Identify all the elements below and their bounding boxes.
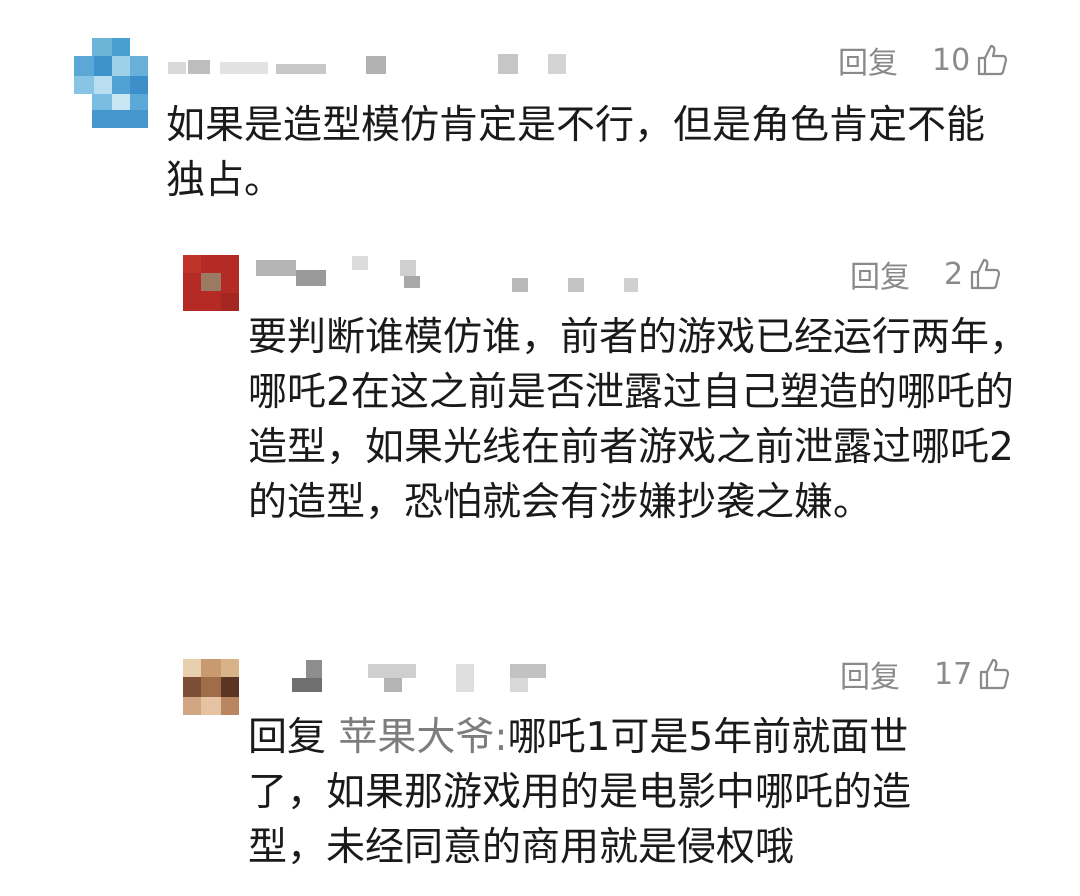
- comment-text: 回复 苹果大爷:哪吒1可是5年前就面世了，如果那游戏用的是电影中哪吒的造型，未经…: [248, 710, 958, 875]
- thumbs-up-icon[interactable]: [969, 257, 1001, 291]
- thumbs-up-icon[interactable]: [978, 657, 1010, 691]
- comment-actions: 回复 10: [838, 38, 1008, 82]
- like-count: 2: [944, 256, 964, 292]
- avatar[interactable]: [74, 38, 148, 128]
- reply-button[interactable]: 回复: [838, 38, 898, 82]
- avatar[interactable]: [183, 659, 239, 715]
- comment-text: 如果是造型模仿肯定是不行，但是角色肯定不能独占。: [166, 103, 986, 203]
- comment-actions: 回复 2: [850, 252, 1001, 296]
- reply-button[interactable]: 回复: [850, 252, 910, 296]
- username-blurred[interactable]: [256, 256, 656, 296]
- comment-text: 要判断谁模仿谁，前者的游戏已经运行两年，哪吒2在这之前是否泄露过自己塑造的哪吒的…: [248, 315, 1029, 525]
- avatar[interactable]: [183, 255, 239, 311]
- reply-button[interactable]: 回复: [840, 652, 900, 696]
- thumbs-up-icon[interactable]: [976, 43, 1008, 77]
- username-blurred[interactable]: [292, 660, 562, 694]
- mention-link[interactable]: 苹果大爷:: [338, 715, 507, 760]
- like-count: 17: [934, 656, 973, 692]
- username-blurred[interactable]: [168, 52, 588, 76]
- like-count: 10: [932, 42, 971, 78]
- reply-prefix: 回复: [248, 715, 327, 760]
- comment-actions: 回复 17: [840, 652, 1010, 696]
